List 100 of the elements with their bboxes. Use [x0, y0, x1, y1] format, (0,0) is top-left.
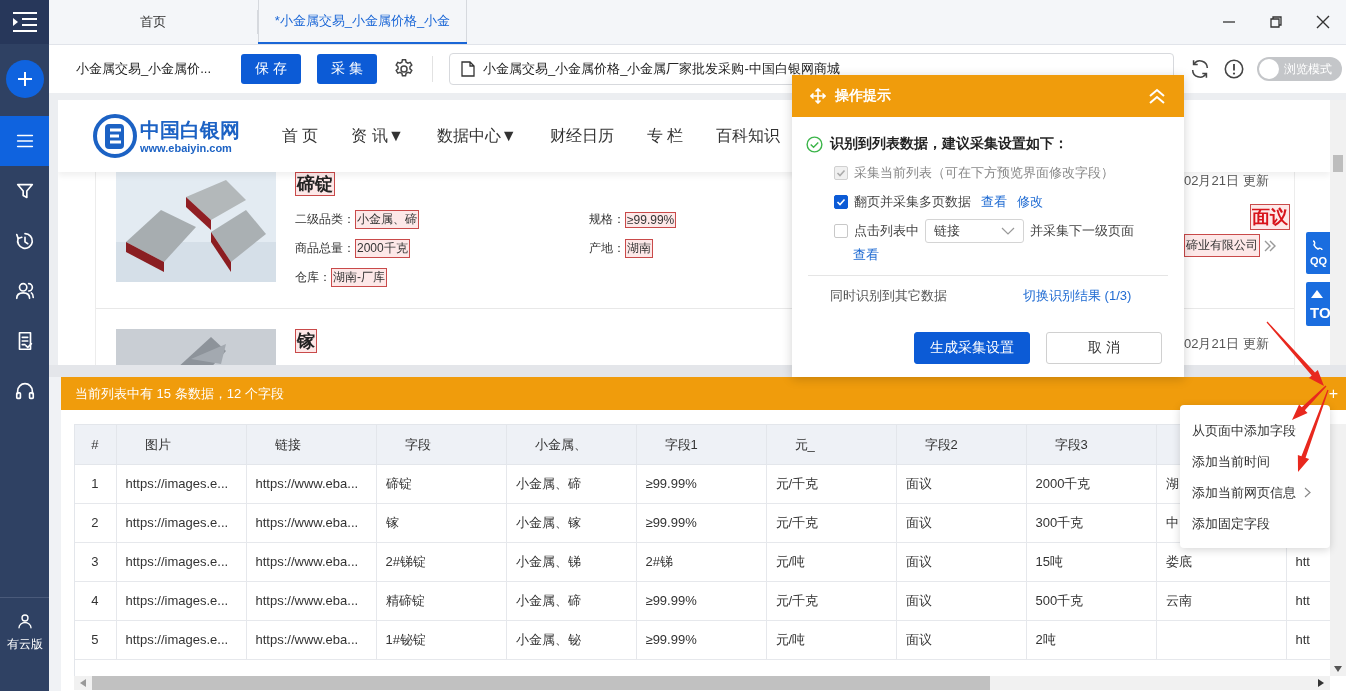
company-name[interactable]: 碲业有限公司	[1184, 234, 1260, 257]
field-value: 湖南-厂库	[331, 268, 387, 287]
option-label: 采集当前列表（可在下方预览界面修改字段）	[854, 163, 1114, 182]
field-value: ≥99.99%	[625, 211, 677, 228]
users-icon	[13, 280, 36, 302]
nav-link[interactable]: 财经日历	[549, 125, 614, 147]
row-number: 2	[75, 503, 116, 543]
table-cell: 2吨	[1026, 620, 1156, 660]
user-icon	[15, 612, 34, 630]
scroll-down-icon	[1334, 666, 1342, 672]
view-link[interactable]: 查看	[853, 246, 879, 264]
dropdown[interactable]: 链接	[925, 218, 1024, 243]
table-cell: 2#锑	[636, 542, 766, 582]
table-cell: 1#铋锭	[376, 620, 506, 660]
nav-link[interactable]: 资 讯▼	[351, 125, 404, 147]
cancel-button[interactable]: 取 消	[1046, 332, 1162, 364]
table-cell: 2000千克	[1026, 464, 1156, 504]
column-header[interactable]: 字段	[376, 425, 506, 465]
table-cell: 面议	[896, 464, 1026, 504]
field-label: 仓库：	[295, 269, 331, 286]
new-task-button[interactable]	[5, 60, 44, 98]
table-cell: https://www.eba...	[246, 503, 376, 543]
table-cell: ≥99.99%	[636, 620, 766, 660]
table-cell: 镓	[376, 503, 506, 543]
logo-icon	[93, 114, 137, 158]
row-number: 4	[75, 581, 116, 621]
table-cell: 小金属、碲	[506, 581, 636, 621]
checkbox[interactable]	[834, 223, 848, 238]
switch-result-link[interactable]: 切换识别结果 (1/3)	[1023, 287, 1132, 305]
table-cell: 碲锭	[376, 464, 506, 504]
refresh-icon[interactable]	[1189, 58, 1211, 80]
edit-link[interactable]: 修改	[1017, 192, 1043, 211]
menu-icon[interactable]	[11, 11, 38, 33]
check-icon	[836, 167, 846, 178]
field-label: 商品总量：	[295, 240, 355, 257]
view-link[interactable]: 查看	[981, 192, 1007, 211]
table-cell: https://images.e...	[116, 542, 246, 582]
qq-button[interactable]: QQ	[1306, 232, 1330, 274]
table-cell: https://images.e...	[116, 620, 246, 660]
table-cell: https://www.eba...	[246, 464, 376, 504]
table-cell: 小金属、铋	[506, 620, 636, 660]
field-value: 小金属、碲	[355, 210, 419, 229]
table-cell: https://images.e...	[116, 464, 246, 504]
tab[interactable]: 首页	[49, 10, 258, 34]
double-chevron-icon	[1264, 238, 1276, 253]
top-button[interactable]: TO	[1306, 282, 1330, 326]
nav-link[interactable]: 百科知识	[716, 125, 781, 147]
column-header[interactable]: 链接	[246, 425, 376, 465]
table-cell: 精碲锭	[376, 581, 506, 621]
table-cell: ≥99.99%	[636, 464, 766, 504]
table-cell: 元/千克	[766, 581, 896, 621]
popup-title: 操作提示	[835, 87, 891, 105]
column-header[interactable]: 小金属、	[506, 425, 636, 465]
scrollbar[interactable]	[74, 676, 1330, 690]
table-cell: https://www.eba...	[246, 620, 376, 660]
phone-icon	[1310, 239, 1324, 253]
scrollbar[interactable]	[1330, 424, 1346, 676]
update-date: 02月21日 更新	[1184, 172, 1269, 190]
update-date: 02月21日 更新	[1184, 335, 1269, 353]
info-icon[interactable]	[1223, 58, 1245, 80]
table-cell: 面议	[896, 542, 1026, 582]
save-button[interactable]: 保 存	[241, 54, 301, 84]
table-cell: 15吨	[1026, 542, 1156, 582]
table-cell: 500千克	[1026, 581, 1156, 621]
nav-link[interactable]: 专 栏	[646, 125, 684, 147]
nav-link[interactable]: 首 页	[282, 125, 319, 147]
column-header[interactable]: 图片	[116, 425, 246, 465]
success-icon	[806, 135, 823, 153]
table-cell: 面议	[896, 581, 1026, 621]
column-header[interactable]: #	[75, 425, 116, 465]
scroll-right-icon	[1318, 679, 1324, 687]
chevron-down-icon	[1001, 226, 1015, 235]
table-cell: https://images.e...	[116, 581, 246, 621]
logo-text: 中国白银网	[140, 118, 240, 142]
page-icon	[461, 61, 475, 77]
clock-icon	[13, 230, 36, 252]
chevron-right-icon	[1304, 487, 1311, 498]
maximize-icon	[1267, 14, 1284, 30]
option-label: 点击列表中	[854, 221, 919, 240]
row-number: 5	[75, 620, 116, 660]
product-title[interactable]: 碲锭	[295, 172, 335, 196]
scrollbar[interactable]	[1330, 100, 1346, 365]
product-title[interactable]: 镓	[295, 329, 317, 353]
column-header[interactable]: 字段1	[636, 425, 766, 465]
plus-icon	[16, 71, 33, 87]
table-cell: 小金属、碲	[506, 464, 636, 504]
row-number: 3	[75, 542, 116, 582]
checkbox[interactable]	[834, 194, 848, 209]
option-label: 翻页并采集多页数据	[854, 192, 971, 211]
column-header[interactable]: 元_	[766, 425, 896, 465]
other-data-label: 同时识别到其它数据	[830, 287, 948, 305]
column-header[interactable]: 字段3	[1026, 425, 1156, 465]
menu-item[interactable]: 从页面中添加字段	[1180, 415, 1330, 446]
field-label: 产地：	[589, 240, 625, 257]
table-cell: 300千克	[1026, 503, 1156, 543]
column-header[interactable]: 字段2	[896, 425, 1026, 465]
generate-button[interactable]: 生成采集设置	[914, 332, 1030, 364]
nav-link[interactable]: 数据中心▼	[436, 125, 517, 147]
check-icon	[836, 196, 846, 207]
collect-button[interactable]: 采 集	[317, 54, 377, 84]
